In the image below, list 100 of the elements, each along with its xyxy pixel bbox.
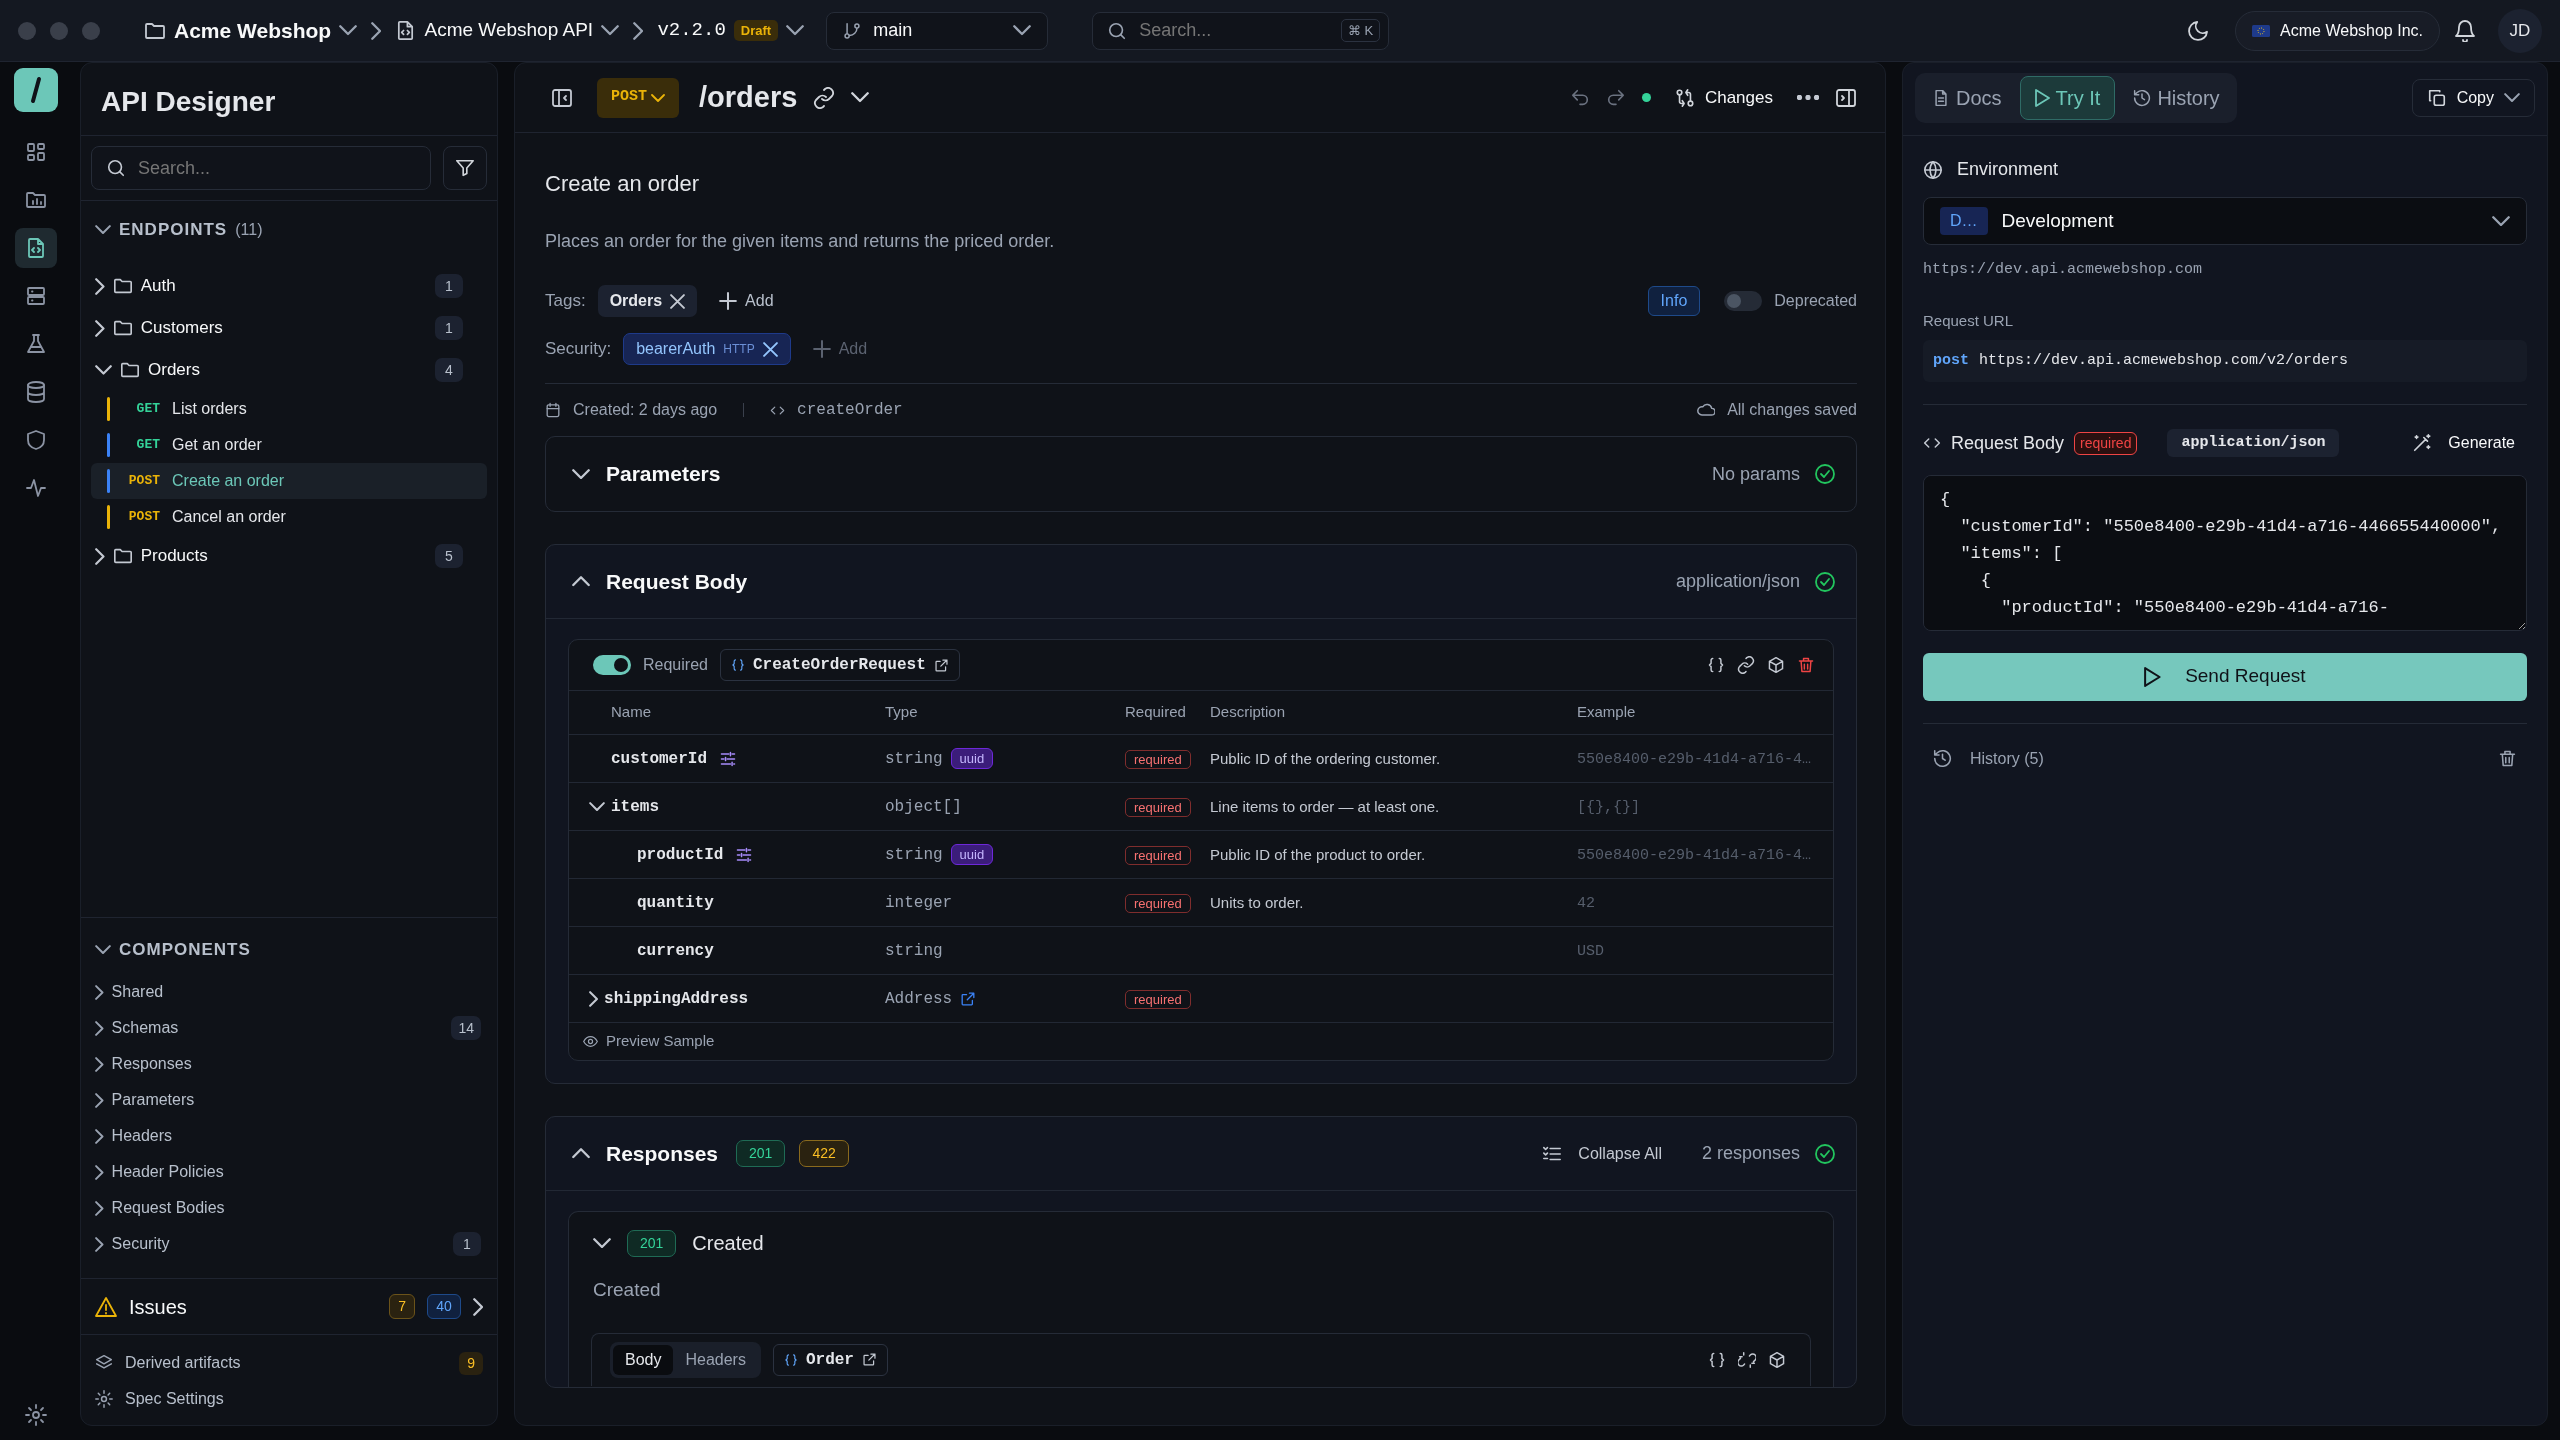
preview-sample-button[interactable]: Preview Sample <box>569 1022 1833 1060</box>
file-code-button[interactable] <box>15 228 57 268</box>
sliders-icon[interactable] <box>735 845 754 864</box>
panel-tab[interactable]: History <box>2119 76 2234 120</box>
section-header[interactable]: COMPONENTS <box>91 926 255 974</box>
folder-item[interactable]: Products <box>95 543 427 569</box>
package-icon[interactable] <box>1767 656 1785 674</box>
issues-button[interactable]: Issues 7 40 <box>81 1278 497 1334</box>
version-selector[interactable]: v2.2.0 Draft <box>657 16 805 45</box>
branch-selector[interactable]: main <box>826 11 1049 50</box>
braces-icon[interactable] <box>1708 1350 1726 1369</box>
redo-icon[interactable] <box>1605 87 1626 108</box>
folder-item[interactable]: Auth <box>95 273 427 299</box>
component-item[interactable]: Header Policies <box>95 1160 481 1184</box>
endpoint-item[interactable]: GET List orders <box>91 391 487 427</box>
warning-icon <box>95 1295 117 1318</box>
sliders-icon[interactable] <box>719 749 737 768</box>
chevron-down-icon <box>1013 25 1032 36</box>
search-field[interactable]: Search... <box>1137 16 1331 45</box>
field-name: quantity <box>637 892 714 914</box>
component-item[interactable]: Shared <box>95 980 481 1004</box>
format-badge: uuid <box>950 747 994 770</box>
component-item[interactable]: Parameters <box>95 1088 481 1112</box>
app-logo[interactable] <box>14 68 58 112</box>
section-summary: 2 responses <box>1701 1142 1800 1165</box>
component-item[interactable]: Request Bodies <box>95 1196 481 1220</box>
package-icon[interactable] <box>1768 1350 1786 1369</box>
section-toggle[interactable]: Responses <box>572 1137 719 1170</box>
endpoint-item[interactable]: POST Create an order <box>91 463 487 499</box>
user-avatar[interactable]: JD <box>2498 8 2542 53</box>
environment-selector[interactable]: D… Development <box>1923 197 2527 245</box>
file-code-icon <box>25 237 47 259</box>
filter-button[interactable] <box>443 146 487 190</box>
chevron-up-icon <box>572 576 590 587</box>
organization-selector[interactable]: Acme Webshop Inc. <box>2235 10 2440 51</box>
external-link-icon[interactable] <box>960 990 977 1007</box>
workspace-selector[interactable]: Acme Webshop <box>144 14 358 47</box>
delete-icon[interactable] <box>1797 656 1815 674</box>
collapse-all-button[interactable]: Collapse All <box>1530 1135 1674 1172</box>
section-toggle[interactable]: Parameters <box>572 458 721 490</box>
footer-link[interactable]: Spec Settings <box>95 1381 483 1417</box>
component-item[interactable]: Headers <box>95 1124 481 1148</box>
panel-toggle-icon[interactable] <box>1835 86 1857 109</box>
link-icon[interactable] <box>1737 656 1755 674</box>
project-selector[interactable]: Acme Webshop API <box>395 16 620 45</box>
required-toggle[interactable] <box>593 655 631 675</box>
endpoint-item[interactable]: POST Cancel an order <box>91 499 487 535</box>
folder-item[interactable]: Orders <box>95 357 427 383</box>
info-button[interactable]: Info <box>1647 286 1701 316</box>
tag-chip[interactable]: Orders <box>597 285 698 317</box>
endpoint-title: Create an order <box>545 170 701 198</box>
settings-icon[interactable] <box>25 1404 47 1426</box>
more-icon[interactable] <box>1797 95 1819 100</box>
section-header[interactable]: ENDPOINTS <box>95 217 228 243</box>
required-badge: required <box>2074 431 2138 455</box>
chevron-right-icon[interactable] <box>589 990 599 1007</box>
search-box[interactable]: Search... ⌘ K <box>1092 11 1390 50</box>
delete-icon[interactable] <box>2498 749 2517 768</box>
folder-icon <box>112 276 133 296</box>
status-code-badge: 201 <box>736 1140 786 1167</box>
section-toggle[interactable]: Request Body <box>572 565 748 598</box>
panel-tab[interactable]: Try It <box>2019 76 2116 120</box>
content-tab[interactable]: Headers <box>673 1344 758 1375</box>
schema-reference[interactable]: CreateOrderRequest <box>719 649 960 681</box>
panel-tab[interactable]: Docs <box>1918 76 2016 120</box>
braces-icon[interactable] <box>1707 656 1725 674</box>
notifications-icon[interactable] <box>2454 19 2476 42</box>
deprecated-toggle[interactable] <box>1724 291 1763 311</box>
response-description: Created <box>592 1278 662 1302</box>
schema-reference[interactable]: Order <box>772 1343 888 1376</box>
method-selector[interactable]: POST <box>597 77 679 118</box>
generate-button[interactable]: Generate <box>2400 425 2527 461</box>
folder-item[interactable]: Customers <box>95 315 427 341</box>
copy-button[interactable]: Copy <box>2411 79 2535 117</box>
send-request-button[interactable]: Send Request <box>1923 652 2527 701</box>
chevron-down-icon[interactable] <box>593 1237 611 1249</box>
search-box[interactable]: Search... <box>91 146 431 190</box>
component-item[interactable]: Security <box>95 1232 445 1256</box>
link-icon[interactable] <box>813 86 836 109</box>
content-tab[interactable]: Body <box>613 1344 674 1375</box>
undo-icon[interactable] <box>1569 87 1590 108</box>
chevron-down-icon[interactable] <box>851 92 870 103</box>
unlink-icon[interactable] <box>1738 1350 1756 1369</box>
footer-link[interactable]: Derived artifacts 9 <box>95 1345 483 1381</box>
chevron-down-icon[interactable] <box>589 801 605 812</box>
settings-icon <box>95 1390 113 1408</box>
search-icon <box>106 158 126 178</box>
tag-chip[interactable]: bearerAuth HTTP <box>623 333 791 365</box>
count-badge: 1 <box>435 316 463 340</box>
code-editor[interactable]: { "customerId": "550e8400-e29b-41d4-a716-446655440000", "items": [ { "productId": "550e8400-e29b-41d4-a716- <box>1923 475 2527 631</box>
example-value: 550e8400-e29b-41d4-a716-4… <box>1577 750 1812 768</box>
sidebar-toggle-icon[interactable] <box>551 86 573 109</box>
endpoint-item[interactable]: GET Get an order <box>91 427 487 463</box>
component-item[interactable]: Responses <box>95 1052 481 1076</box>
search-field[interactable]: Search... <box>136 153 416 183</box>
add-button[interactable]: Add <box>709 289 784 313</box>
component-item[interactable]: Schemas <box>95 1016 444 1040</box>
changes-button[interactable]: Changes <box>1666 84 1781 111</box>
dashboard-icon <box>25 141 47 163</box>
theme-toggle-icon[interactable] <box>2187 19 2210 42</box>
